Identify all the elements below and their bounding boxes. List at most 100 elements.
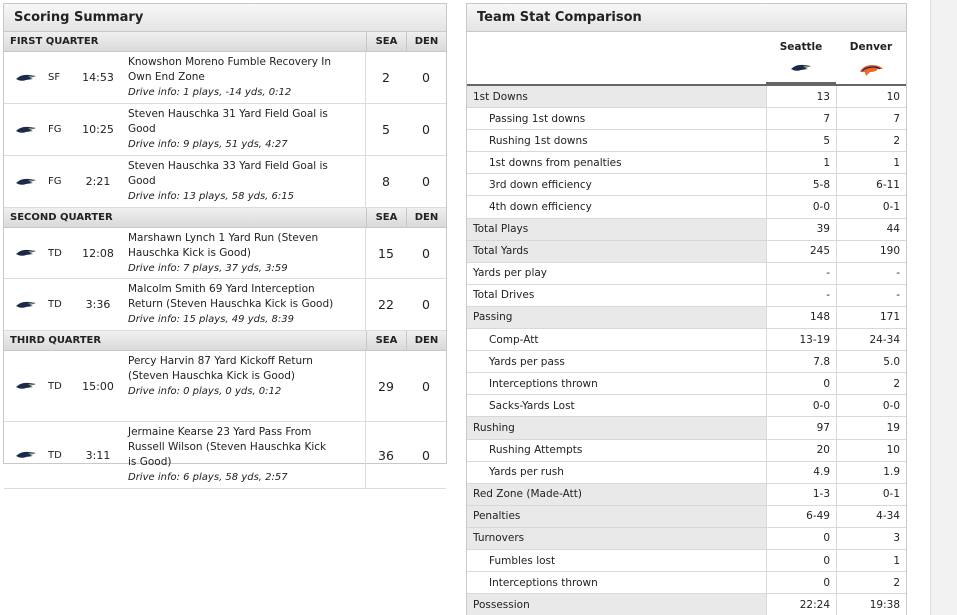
scoring-play-row: TD 15:00 Percy Harvin 87 Yard Kickoff Retu… bbox=[4, 351, 446, 422]
stat-seattle-value: 0 bbox=[766, 549, 836, 572]
stat-label: Comp-Att bbox=[489, 333, 539, 346]
stat-seattle-value: 97 bbox=[766, 417, 836, 439]
play-description: Marshawn Lynch 1 Yard Run (Steven Hauschk… bbox=[124, 228, 366, 278]
quarter-header: FIRST QUARTER SEA DEN bbox=[4, 32, 446, 52]
scoring-play-row: FG 2:21 Steven Hauschka 33 Yard Field Goal… bbox=[4, 156, 446, 208]
stat-denver-value: 0-1 bbox=[836, 483, 906, 505]
den-score: 0 bbox=[422, 122, 430, 137]
play-time: 3:11 bbox=[85, 448, 111, 462]
play-time: 12:08 bbox=[82, 246, 114, 260]
den-score: 0 bbox=[422, 447, 430, 463]
drive-info: Drive info: 0 plays, 0 yds, 0:12 bbox=[128, 386, 282, 397]
stat-label: Red Zone (Made-Att) bbox=[467, 483, 766, 505]
seahawks-logo-icon bbox=[4, 52, 48, 103]
stat-seattle-value: 5 bbox=[766, 130, 836, 152]
play-description: Steven Hauschka 31 Yard Field Goal is Goo… bbox=[124, 104, 366, 155]
stat-seattle-value: 4.9 bbox=[766, 461, 836, 483]
play-time: 15:00 bbox=[82, 379, 114, 393]
seahawks-logo-icon bbox=[4, 279, 48, 330]
stat-label: Interceptions thrown bbox=[489, 377, 598, 390]
stat-denver-value: 0-0 bbox=[836, 395, 906, 417]
play-description: Jermaine Kearse 23 Yard Pass From Russell… bbox=[124, 422, 366, 488]
seahawks-logo-icon bbox=[4, 156, 48, 207]
stat-seattle-value: 0 bbox=[766, 373, 836, 395]
stat-label: Rushing bbox=[467, 417, 766, 439]
stat-denver-value: 2 bbox=[836, 130, 906, 152]
stat-label: Yards per pass bbox=[489, 355, 565, 368]
sea-score: 36 bbox=[378, 447, 394, 463]
play-description-line: Marshawn Lynch 1 Yard Run (Steven bbox=[128, 232, 319, 244]
stat-denver-value: 7 bbox=[836, 108, 906, 130]
play-time: 14:53 bbox=[82, 71, 114, 84]
stat-label: Turnovers bbox=[467, 527, 766, 549]
play-description: Steven Hauschka 33 Yard Field Goal is Goo… bbox=[124, 156, 366, 207]
stat-denver-value: 190 bbox=[836, 240, 906, 262]
play-description: Percy Harvin 87 Yard Kickoff Return (Stev… bbox=[124, 351, 366, 421]
stat-seattle-value: 39 bbox=[766, 218, 836, 240]
stat-row: Rushing 97 19 bbox=[467, 417, 906, 440]
stat-label: Passing 1st downs bbox=[489, 112, 586, 125]
play-time: 3:36 bbox=[85, 298, 111, 311]
scoring-summary-title: Scoring Summary bbox=[4, 4, 446, 32]
scoring-play-row: SF 14:53 Knowshon Moreno Fumble Recovery I… bbox=[4, 52, 446, 104]
team-seattle-name: Seattle bbox=[779, 41, 823, 53]
stat-label: Fumbles lost bbox=[489, 554, 556, 567]
stat-seattle-value: 245 bbox=[766, 240, 836, 262]
stat-row: Rushing Attempts 20 10 bbox=[467, 439, 906, 462]
team-stat-title: Team Stat Comparison bbox=[467, 4, 906, 32]
play-type: TD bbox=[48, 449, 62, 461]
play-description-line: Jermaine Kearse 23 Yard Pass From bbox=[128, 426, 312, 438]
stat-denver-value: 10 bbox=[836, 439, 906, 461]
stat-label: 1st downs from penalties bbox=[489, 156, 622, 169]
stat-label: Rushing Attempts bbox=[489, 444, 583, 457]
seahawks-logo-icon bbox=[4, 422, 48, 488]
stat-row: Rushing 1st downs 5 2 bbox=[467, 130, 906, 153]
stat-label: Total Drives bbox=[473, 289, 535, 302]
sea-score: 5 bbox=[382, 122, 390, 137]
stat-denver-value: 6-11 bbox=[836, 174, 906, 196]
stat-seattle-value: - bbox=[766, 262, 836, 284]
play-time: 10:25 bbox=[82, 123, 114, 136]
play-description-line: (Steven Hauschka Kick is Good) bbox=[128, 370, 296, 382]
stat-label: 4th down efficiency bbox=[489, 201, 592, 214]
stat-denver-value: 3 bbox=[836, 527, 906, 549]
scoring-summary-panel: Scoring Summary FIRST QUARTER SEA DEN SF 14:… bbox=[3, 3, 447, 489]
seahawks-logo-icon bbox=[4, 104, 48, 155]
scoring-play-row: TD 12:08 Marshawn Lynch 1 Yard Run (Steven… bbox=[4, 228, 446, 279]
stat-rows: 1st Downs 13 10 Passing 1st downs 7 7 Rushing … bbox=[467, 86, 906, 615]
sea-column-header: SEA bbox=[366, 208, 406, 227]
play-description-line: Return (Steven Hauschka Kick is Good) bbox=[128, 298, 334, 310]
play-description: Knowshon Moreno Fumble Recovery In Own En… bbox=[124, 52, 366, 103]
stat-seattle-value: 1-3 bbox=[766, 483, 836, 505]
stat-label: 3rd down efficiency bbox=[489, 178, 592, 191]
stat-denver-value: 1 bbox=[836, 549, 906, 572]
stat-seattle-value: 5-8 bbox=[766, 174, 836, 196]
stat-denver-value: 171 bbox=[836, 306, 906, 329]
stat-row: Total Drives - - bbox=[467, 284, 906, 307]
scoring-play-row: TD 3:36 Malcolm Smith 69 Yard Interception… bbox=[4, 279, 446, 331]
stat-seattle-value: 6-49 bbox=[766, 505, 836, 527]
play-description: Malcolm Smith 69 Yard Interception Return… bbox=[124, 279, 366, 330]
quarter-title: SECOND QUARTER bbox=[10, 212, 113, 223]
drive-info: Drive info: 1 plays, -14 yds, 0:12 bbox=[128, 87, 292, 98]
sea-score: 2 bbox=[382, 70, 390, 85]
stat-denver-value: 24-34 bbox=[836, 329, 906, 351]
play-type: TD bbox=[48, 380, 62, 392]
stat-row: 1st downs from penalties 1 1 bbox=[467, 152, 906, 175]
stat-row: Interceptions thrown 0 2 bbox=[467, 373, 906, 396]
stat-label: Rushing 1st downs bbox=[489, 134, 588, 147]
seahawks-logo-icon bbox=[4, 351, 48, 421]
drive-info: Drive info: 7 plays, 37 yds, 3:59 bbox=[128, 263, 288, 274]
sea-score: 8 bbox=[382, 174, 390, 189]
team-seattle: Seattle bbox=[766, 32, 836, 84]
stat-denver-value: 1 bbox=[836, 152, 906, 174]
stat-row: Yards per play - - bbox=[467, 262, 906, 285]
play-type: SF bbox=[48, 72, 61, 83]
den-score: 0 bbox=[422, 297, 430, 312]
stat-denver-value: 44 bbox=[836, 218, 906, 240]
page-scrollbar[interactable] bbox=[930, 0, 957, 615]
team-header: Seattle Denver bbox=[467, 32, 906, 86]
stat-seattle-value: 7.8 bbox=[766, 351, 836, 373]
quarter-header: SECOND QUARTER SEA DEN bbox=[4, 208, 446, 228]
sea-column-header: SEA bbox=[366, 331, 406, 350]
